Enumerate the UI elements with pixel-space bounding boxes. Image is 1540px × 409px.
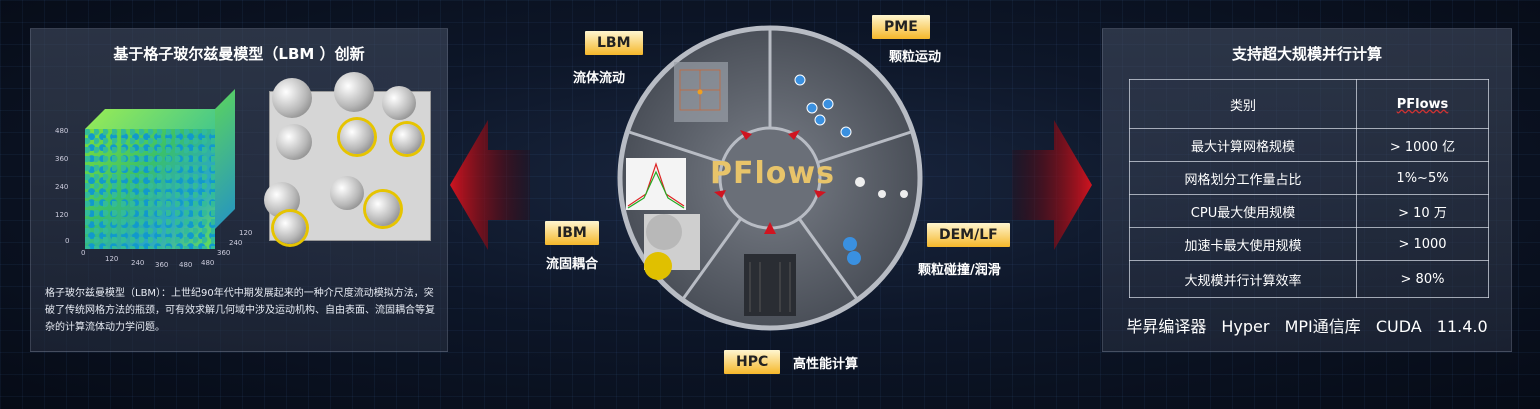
parallel-panel: 支持超大规模并行计算 类别 PFlows 最大计算网格规模 > 1000 亿 网… xyxy=(1102,28,1512,352)
table-header-row: 类别 PFlows xyxy=(1129,79,1489,129)
particle-suspension-image xyxy=(264,72,431,244)
row-label: 加速卡最大使用规模 xyxy=(1129,227,1357,261)
lbm-panel: 基于格子玻尔兹曼模型（LBM ）创新 480 360 240 120 0 0 1… xyxy=(30,28,448,352)
cube-tick: 120 xyxy=(239,229,253,237)
table-row: 最大计算网格规模 > 1000 亿 xyxy=(1129,128,1489,162)
cube-tick: 360 xyxy=(55,155,69,163)
row-label: CPU最大使用规模 xyxy=(1129,194,1357,228)
cube-tick: 120 xyxy=(105,255,119,263)
cube-tick: 480 xyxy=(55,127,69,135)
tag-pme: PME xyxy=(872,15,930,39)
cube-tick: 480 xyxy=(201,259,215,267)
particle-highlighted xyxy=(366,192,400,226)
lbm-panel-title: 基于格子玻尔兹曼模型（LBM ）创新 xyxy=(113,45,365,63)
row-label: 网格划分工作量占比 xyxy=(1129,161,1357,195)
cube-tick: 0 xyxy=(65,237,70,245)
pflows-wheel: PFlows xyxy=(614,22,926,334)
cube-tick: 240 xyxy=(131,259,145,267)
particle xyxy=(272,78,312,118)
cube-tick: 240 xyxy=(229,239,243,247)
particle xyxy=(330,176,364,210)
caption-pme: 颗粒运动 xyxy=(889,50,942,65)
table-row: 网格划分工作量占比 1%~5% xyxy=(1129,161,1489,195)
row-label: 大规模并行计算效率 xyxy=(1129,260,1357,298)
caption-dem-lf: 颗粒碰撞/润滑 xyxy=(918,263,1001,278)
caption-lbm: 流体流动 xyxy=(573,71,626,86)
particle-highlighted xyxy=(274,212,306,244)
row-label: 最大计算网格规模 xyxy=(1129,128,1357,162)
cube-tick: 240 xyxy=(55,183,69,191)
tag-lbm: LBM xyxy=(585,31,643,55)
cube-tick: 480 xyxy=(179,261,193,269)
caption-ibm: 流固耦合 xyxy=(546,257,599,272)
table-row: 大规模并行计算效率 > 80% xyxy=(1129,260,1489,298)
left-arrow-icon xyxy=(450,120,530,250)
right-arrow-icon xyxy=(1012,120,1092,250)
tag-ibm: IBM xyxy=(545,221,599,245)
particle xyxy=(382,86,416,120)
tag-hpc: HPC xyxy=(724,350,781,374)
software-stack-line: 毕昇编译器 Hyper MPI通信库 CUDA 11.4.0 xyxy=(1126,317,1488,336)
tag-dem-lf: DEM/LF xyxy=(927,223,1010,247)
row-value: > 1000 亿 xyxy=(1356,128,1489,162)
cube-tick: 360 xyxy=(217,249,231,257)
row-value: 1%~5% xyxy=(1356,161,1489,195)
cube-tick: 0 xyxy=(81,249,86,257)
row-value: > 10 万 xyxy=(1356,194,1489,228)
lbm-description: 格子玻尔兹曼模型（LBM）：上世纪90年代中期发展起来的一种介尺度流动模拟方法，… xyxy=(45,288,435,333)
table-row: CPU最大使用规模 > 10 万 xyxy=(1129,194,1489,228)
cube-tick: 360 xyxy=(155,261,169,269)
parallel-panel-title: 支持超大规模并行计算 xyxy=(1231,45,1382,63)
header-category: 类别 xyxy=(1129,79,1357,129)
spec-table: 类别 PFlows 最大计算网格规模 > 1000 亿 网格划分工作量占比 1%… xyxy=(1129,79,1489,298)
particle xyxy=(334,72,374,112)
header-pflows: PFlows xyxy=(1356,79,1489,129)
particle xyxy=(276,124,312,160)
particle-highlighted xyxy=(340,120,374,154)
table-row: 加速卡最大使用规模 > 1000 xyxy=(1129,227,1489,261)
pflows-center-label: PFlows xyxy=(710,156,835,191)
cube-tick: 120 xyxy=(55,211,69,219)
caption-hpc: 高性能计算 xyxy=(793,357,859,372)
row-value: > 1000 xyxy=(1356,227,1489,261)
row-value: > 80% xyxy=(1356,260,1489,298)
particle-highlighted xyxy=(392,124,422,154)
lbm-cube-visualization: 480 360 240 120 0 0 120 240 360 480 480 … xyxy=(51,89,253,269)
